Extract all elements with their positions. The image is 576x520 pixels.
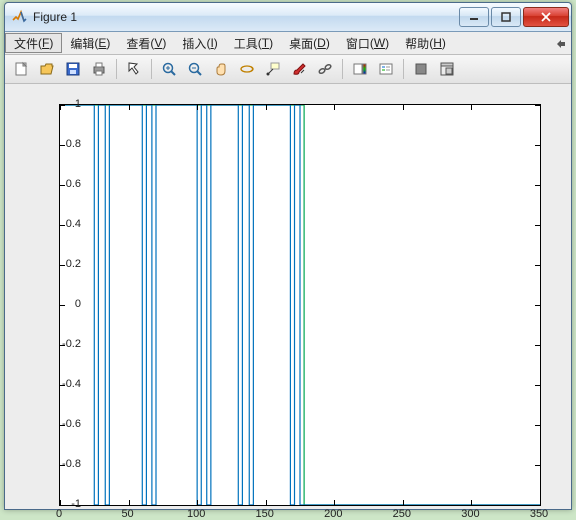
menubar: 文件(F) 编辑(E) 查看(V) 插入(I) 工具(T) 桌面(D) 窗口(W…: [5, 32, 571, 55]
xtick-label: 150: [256, 508, 274, 520]
window-title: Figure 1: [33, 10, 457, 24]
edit-plot-button[interactable]: [122, 57, 146, 81]
ytick-label: 0.2: [41, 258, 81, 270]
titlebar[interactable]: Figure 1: [5, 3, 571, 32]
xtick-label: 50: [121, 508, 133, 520]
data-cursor-button[interactable]: [261, 57, 285, 81]
plot-svg: [60, 105, 540, 505]
toolbar: [5, 55, 571, 84]
xtick-label: 100: [187, 508, 205, 520]
zoom-in-button[interactable]: [157, 57, 181, 81]
hide-plot-tools-button[interactable]: [409, 57, 433, 81]
ytick-label: 1: [41, 98, 81, 110]
insert-legend-button[interactable]: [374, 57, 398, 81]
ytick-label: 0.6: [41, 178, 81, 190]
axes[interactable]: [59, 104, 541, 506]
new-figure-button[interactable]: [9, 57, 33, 81]
insert-colorbar-button[interactable]: [348, 57, 372, 81]
toolbar-separator: [151, 59, 152, 79]
print-button[interactable]: [87, 57, 111, 81]
dock-figure-button[interactable]: [435, 57, 459, 81]
brush-button[interactable]: [287, 57, 311, 81]
ytick-label: -0.4: [41, 378, 81, 390]
save-button[interactable]: [61, 57, 85, 81]
close-button[interactable]: [523, 7, 569, 27]
link-plot-button[interactable]: [313, 57, 337, 81]
ytick-label: -0.8: [41, 458, 81, 470]
toolbar-separator: [342, 59, 343, 79]
zoom-out-button[interactable]: [183, 57, 207, 81]
figure-window: Figure 1 文件(F) 编辑(E) 查看(V) 插入(I) 工具(T): [4, 2, 572, 510]
pan-button[interactable]: [209, 57, 233, 81]
menu-view[interactable]: 查看(V): [118, 32, 174, 54]
ytick-label: 0: [41, 298, 81, 310]
minimize-button[interactable]: [459, 7, 489, 27]
maximize-button[interactable]: [491, 7, 521, 27]
rotate-3d-button[interactable]: [235, 57, 259, 81]
xtick-label: 0: [56, 508, 62, 520]
toolbar-separator: [403, 59, 404, 79]
app-icon: [11, 9, 27, 25]
menu-file[interactable]: 文件(F): [5, 33, 62, 53]
menu-tools[interactable]: 工具(T): [226, 32, 281, 54]
menu-chevron-icon[interactable]: [551, 32, 571, 54]
ytick-label: 0.4: [41, 218, 81, 230]
menu-window[interactable]: 窗口(W): [338, 32, 397, 54]
toolbar-separator: [116, 59, 117, 79]
xtick-label: 250: [393, 508, 411, 520]
menu-edit[interactable]: 编辑(E): [62, 32, 118, 54]
menu-help[interactable]: 帮助(H): [397, 32, 454, 54]
window-buttons: [457, 7, 569, 27]
menu-desktop[interactable]: 桌面(D): [281, 32, 338, 54]
xtick-label: 200: [324, 508, 342, 520]
plot-area: -1-0.8-0.6-0.4-0.200.20.40.60.8105010015…: [5, 84, 571, 509]
xtick-label: 300: [461, 508, 479, 520]
ytick-label: -0.2: [41, 338, 81, 350]
menu-file-label: 文件: [14, 35, 38, 52]
open-button[interactable]: [35, 57, 59, 81]
ytick-label: -0.6: [41, 418, 81, 430]
menu-insert[interactable]: 插入(I): [174, 32, 225, 54]
ytick-label: 0.8: [41, 138, 81, 150]
xtick-label: 350: [530, 508, 548, 520]
